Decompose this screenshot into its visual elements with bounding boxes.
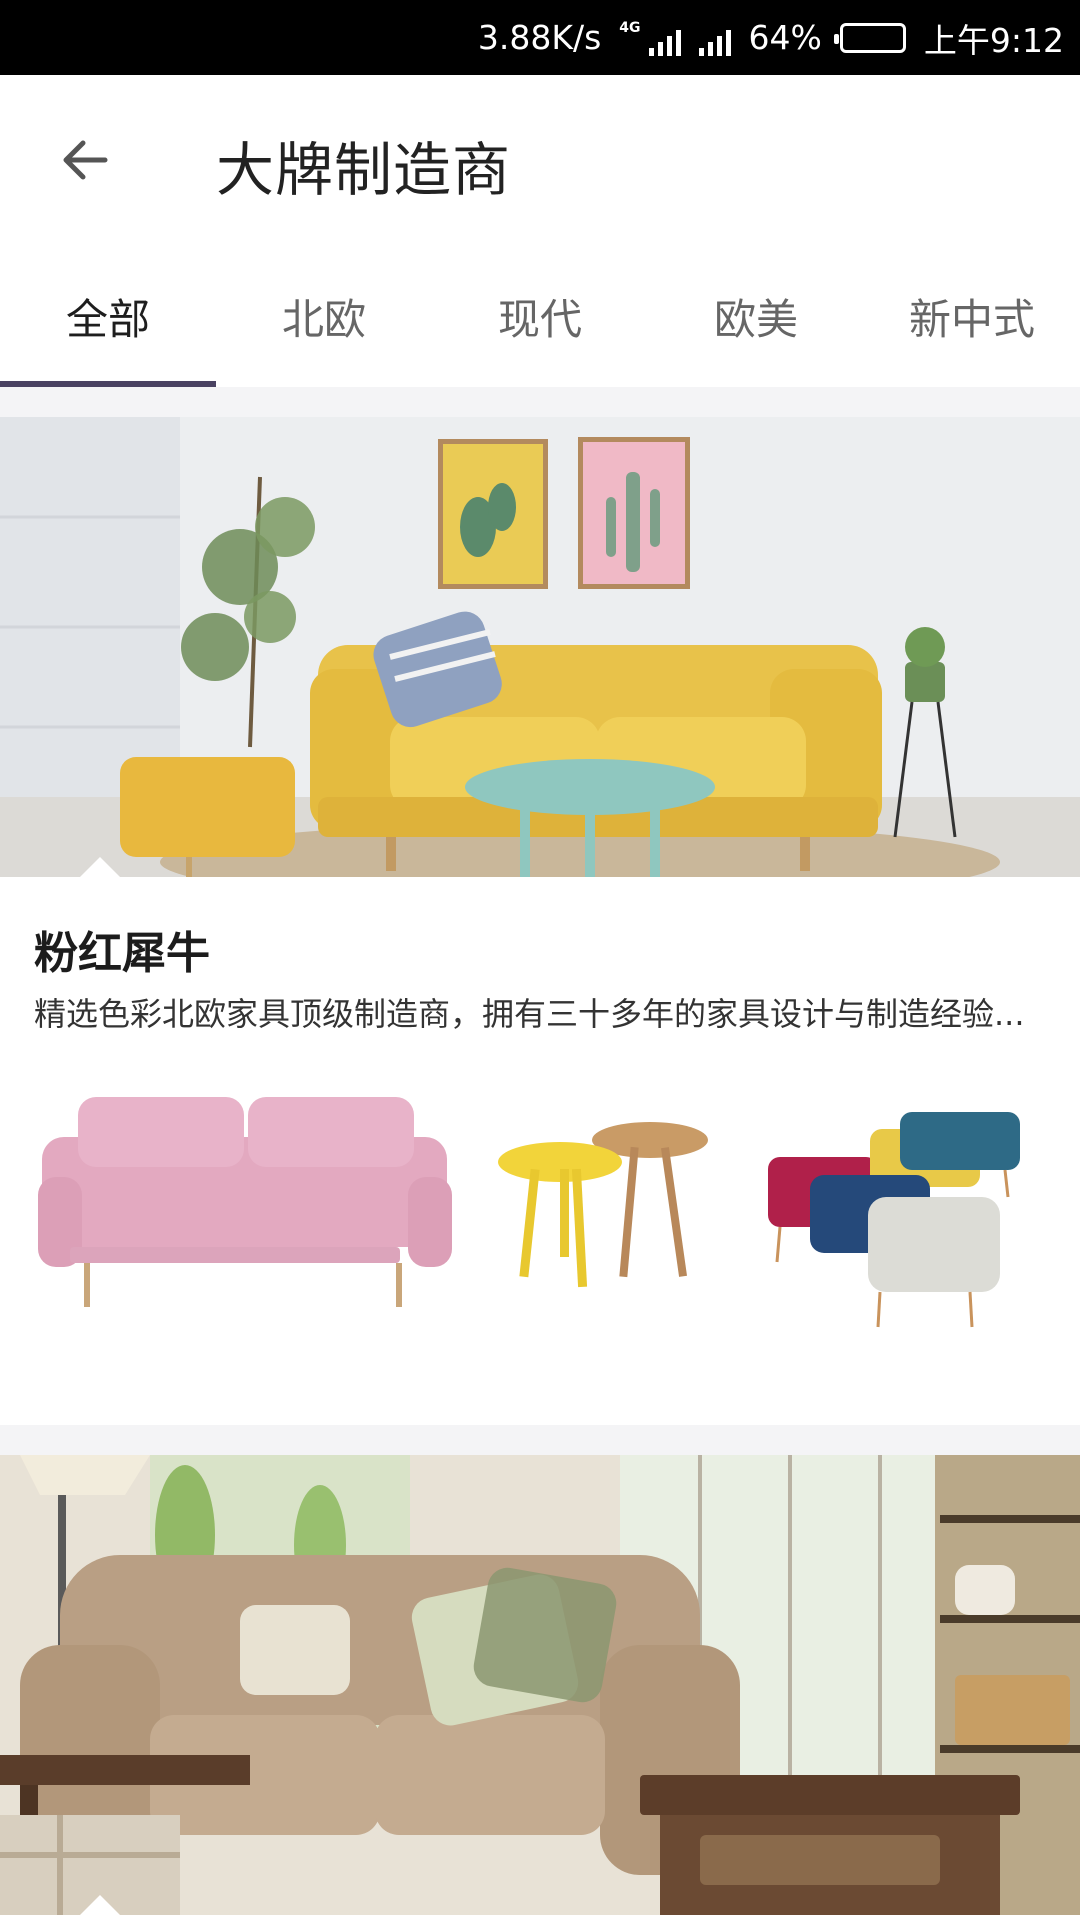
hero-notch [80, 857, 120, 877]
network-type: 4G [619, 19, 641, 36]
tab-euro-american[interactable]: 欧美 [648, 245, 864, 387]
clock: 上午9:12 [923, 20, 1064, 60]
section-divider [0, 387, 1080, 417]
brand-card[interactable] [0, 1455, 1080, 1920]
back-button[interactable] [50, 125, 120, 195]
signal-icon [648, 20, 681, 56]
product-side-tables-image [498, 1122, 708, 1288]
network-speed: 3.88K/s [477, 18, 602, 57]
living-room-beige-sofa-image [0, 1455, 1080, 1915]
signal-icon-2 [698, 20, 731, 56]
category-tabs: 全部 北欧 现代 欧美 新中式 [0, 245, 1080, 387]
brand-description: 精选色彩北欧家具顶级制造商，拥有三十多年的家具设计与制造经验... [34, 995, 1025, 1033]
hero-notch [80, 1895, 120, 1915]
battery-icon [833, 22, 906, 53]
tab-modern[interactable]: 现代 [432, 245, 648, 387]
brand-card[interactable]: 粉红犀牛 精选色彩北欧家具顶级制造商，拥有三十多年的家具设计与制造经验... [0, 417, 1080, 1425]
product-pink-sofa-image [38, 1097, 452, 1307]
arrow-left-icon [63, 140, 108, 180]
brand-products [0, 1077, 1080, 1347]
status-bar: 3.88K/s 4G 64% 上午9:12 [0, 0, 1080, 75]
page-title: 大牌制造商 [216, 136, 512, 204]
brand-hero-image [0, 417, 1080, 877]
tab-all[interactable]: 全部 [0, 245, 216, 387]
brand-hero-image [0, 1455, 1080, 1915]
product-velvet-stools-image [768, 1112, 1020, 1328]
living-room-yellow-sofa-image [0, 417, 1080, 877]
tab-new-chinese[interactable]: 新中式 [864, 245, 1080, 387]
battery-percent: 64% [748, 18, 822, 57]
tab-nordic[interactable]: 北欧 [216, 245, 432, 387]
brand-name: 粉红犀牛 [34, 928, 210, 979]
app-header: 大牌制造商 [0, 75, 1080, 245]
section-divider [0, 1425, 1080, 1455]
